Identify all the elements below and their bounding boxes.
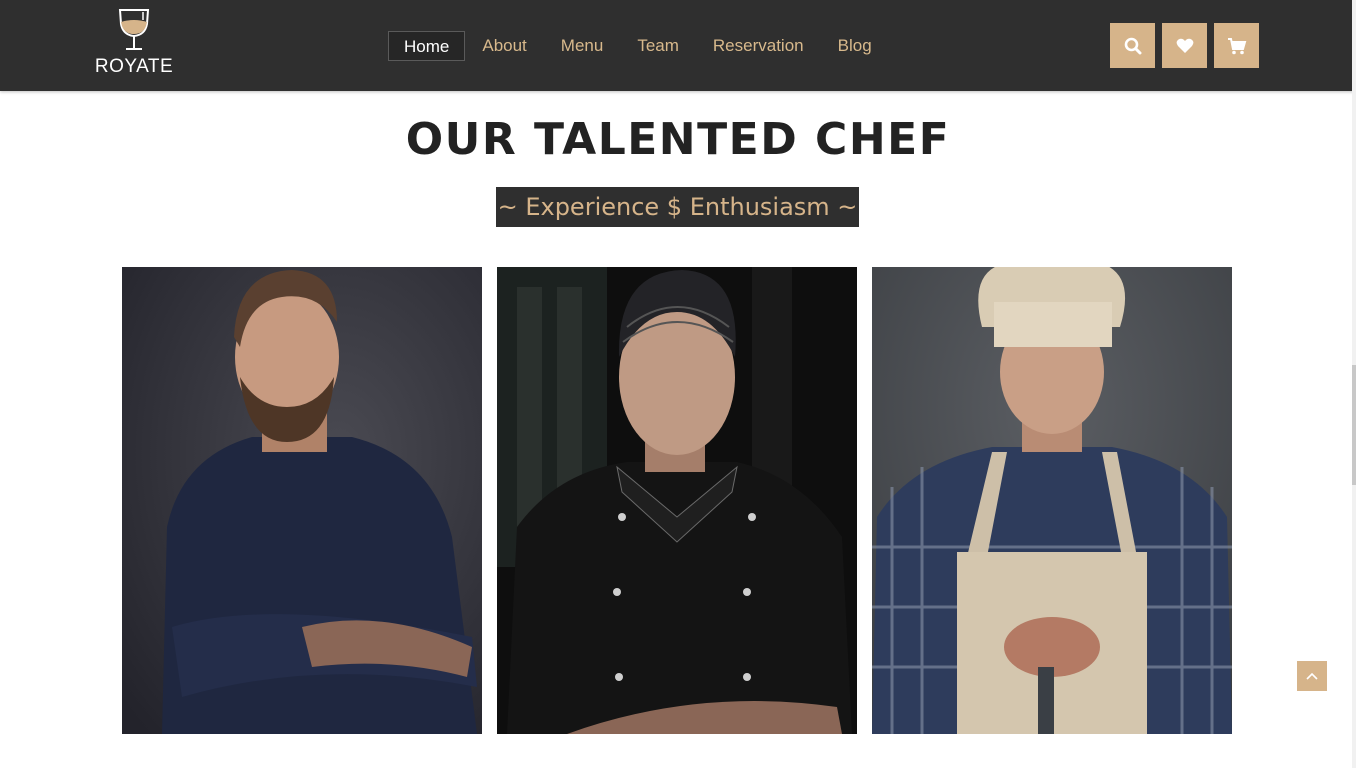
nav-about[interactable]: About: [465, 31, 543, 61]
scrollbar-thumb[interactable]: [1352, 365, 1356, 485]
main-nav: Home About Menu Team Reservation Blog: [388, 30, 889, 62]
wine-glass-icon: [118, 9, 150, 50]
site-logo[interactable]: ROYATE: [92, 8, 176, 82]
search-icon: [1124, 37, 1141, 54]
chevron-up-icon: [1306, 672, 1318, 680]
chef-card[interactable]: [497, 267, 857, 734]
nav-team[interactable]: Team: [620, 31, 696, 61]
nav-blog[interactable]: Blog: [821, 31, 889, 61]
section-title: OUR TALENTED CHEF: [405, 114, 951, 165]
scroll-to-top-button[interactable]: [1297, 661, 1327, 691]
nav-menu[interactable]: Menu: [544, 31, 621, 61]
header-actions: [1110, 23, 1259, 68]
nav-home[interactable]: Home: [388, 31, 466, 61]
search-button[interactable]: [1110, 23, 1155, 68]
chef-photo: [872, 267, 1232, 734]
site-header: ROYATE Home About Menu Team Reservation …: [0, 0, 1356, 91]
chef-card[interactable]: [122, 267, 482, 734]
section-subtitle-box: ~ Experience $ Enthusiasm ~: [496, 187, 859, 227]
chef-card[interactable]: [872, 267, 1232, 734]
chef-grid: [122, 267, 1232, 734]
heart-icon: [1176, 38, 1193, 53]
chef-photo: [122, 267, 482, 734]
wishlist-button[interactable]: [1162, 23, 1207, 68]
cart-icon: [1227, 37, 1246, 54]
cart-button[interactable]: [1214, 23, 1259, 68]
chef-photo: [497, 267, 857, 734]
nav-reservation[interactable]: Reservation: [696, 31, 821, 61]
logo-text: ROYATE: [94, 56, 174, 77]
section-subtitle: ~ Experience $ Enthusiasm ~: [497, 193, 858, 221]
